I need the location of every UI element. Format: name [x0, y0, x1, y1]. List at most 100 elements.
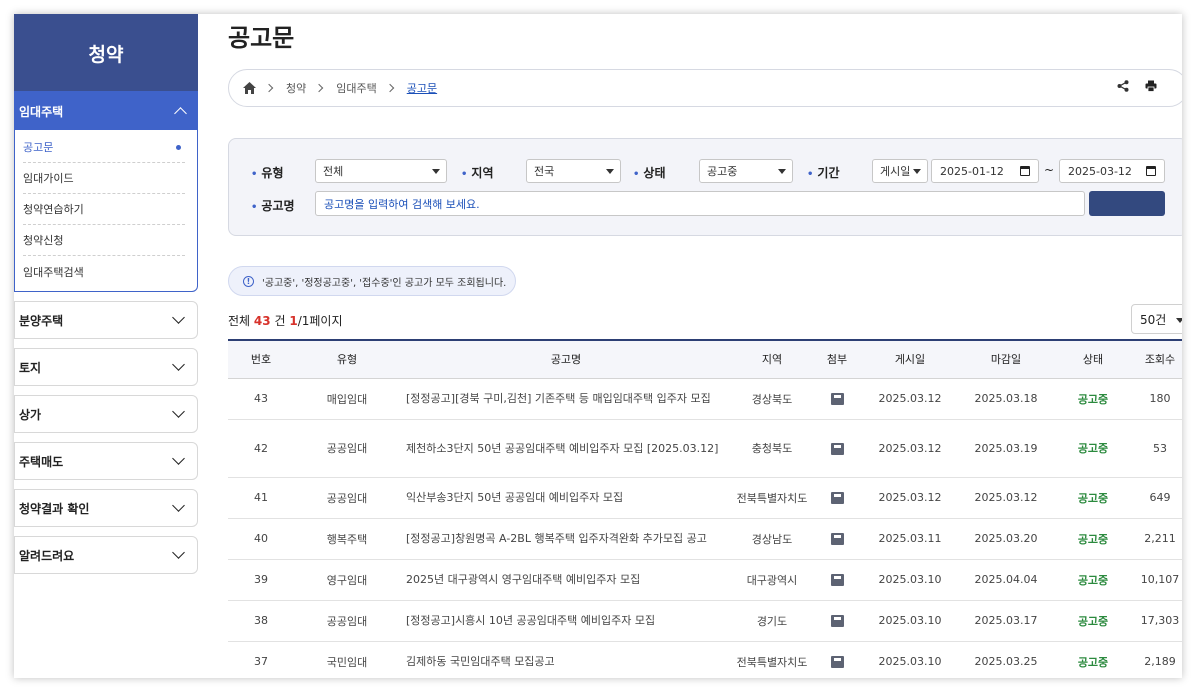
table-row[interactable]: 41 공공임대 익산부송3단지 50년 공공임대 예비입주자 모집 전북특별자치…	[228, 477, 1182, 519]
notice-table: 번호 유형 공고명 지역 첨부 게시일 마감일 상태 조회수 43 매입임대 […	[228, 339, 1182, 678]
table-row[interactable]: 39 영구임대 2025년 대구광역시 영구임대주택 예비입주자 모집 대구광역…	[228, 559, 1182, 601]
per-page-value: 50건	[1140, 312, 1167, 327]
breadcrumb-current[interactable]: 공고문	[407, 80, 437, 96]
cell-type: 공공임대	[294, 477, 400, 519]
region-select[interactable]: 전국	[526, 159, 621, 183]
cell-attachment	[812, 419, 862, 478]
cell-deadline: 2025.04.04	[958, 559, 1054, 601]
attachment-icon[interactable]	[830, 393, 844, 405]
table-row[interactable]: 37 국민임대 김제하동 국민임대주택 모집공고 전북특별자치도 2025.03…	[228, 641, 1182, 678]
sidebar-menu-sale[interactable]: 분양주택	[14, 301, 198, 339]
cell-region: 충청북도	[732, 419, 812, 478]
sidebar-menu-label: 알려드려요	[19, 548, 75, 563]
sidebar-menu-results[interactable]: 청약결과 확인	[14, 489, 198, 527]
period-type-select[interactable]: 게시일	[872, 159, 928, 183]
table-header-row: 번호 유형 공고명 지역 첨부 게시일 마감일 상태 조회수	[228, 340, 1182, 379]
cell-region: 경상남도	[732, 518, 812, 560]
caret-down-icon	[432, 169, 440, 174]
sidebar-menu-label: 임대주택	[19, 104, 64, 119]
print-icon[interactable]	[1145, 80, 1157, 92]
sidebar-item-apply[interactable]: 청약신청	[23, 225, 185, 256]
cell-type: 행복주택	[294, 518, 400, 560]
table-row[interactable]: 42 공공임대 제천하소3단지 50년 공공임대주택 예비입주자 모집 [202…	[228, 419, 1182, 478]
sidebar-item-rental-guide[interactable]: 임대가이드	[23, 163, 185, 194]
cell-type: 매입임대	[294, 378, 400, 420]
column-header: 지역	[732, 340, 812, 379]
status-select[interactable]: 공고중	[699, 159, 793, 183]
cell-views: 2,189	[1132, 641, 1182, 678]
region-select-value: 전국	[534, 165, 555, 178]
breadcrumb-item[interactable]: 청약	[286, 80, 306, 96]
breadcrumb-item[interactable]: 임대주택	[336, 80, 376, 96]
cell-no: 39	[228, 559, 294, 601]
type-label: 유형	[251, 164, 283, 181]
column-header: 공고명	[400, 340, 732, 379]
date-separator: ~	[1044, 163, 1055, 177]
table-row[interactable]: 43 매입임대 [정정공고][경북 구미,김천] 기존주택 등 매입임대주택 입…	[228, 378, 1182, 420]
attachment-icon[interactable]	[830, 656, 844, 668]
sidebar-item-notices[interactable]: 공고문	[23, 132, 185, 163]
cell-deadline: 2025.03.25	[958, 641, 1054, 678]
sidebar-menu-land[interactable]: 토지	[14, 348, 198, 386]
cell-deadline: 2025.03.20	[958, 518, 1054, 560]
cell-title-link[interactable]: 익산부송3단지 50년 공공임대 예비입주자 모집	[400, 477, 732, 519]
cell-title-link[interactable]: [정정공고]시흥시 10년 공공임대주택 예비입주자 모집	[400, 600, 732, 642]
sidebar-item-practice[interactable]: 청약연습하기	[23, 194, 185, 225]
cell-views: 180	[1132, 378, 1182, 420]
search-button[interactable]	[1089, 191, 1165, 216]
cell-region: 경기도	[732, 600, 812, 642]
chevron-down-icon	[172, 499, 185, 512]
sidebar-item-label: 공고문	[23, 141, 54, 154]
cell-title-link[interactable]: [정정공고]창원명곡 A-2BL 행복주택 입주자격완화 추가모집 공고	[400, 518, 732, 560]
sidebar-menu-label: 토지	[19, 360, 42, 375]
chevron-right-icon	[264, 83, 274, 93]
cell-title-link[interactable]: 2025년 대구광역시 영구임대주택 예비입주자 모집	[400, 559, 732, 601]
cell-attachment	[812, 477, 862, 519]
sidebar-menu-news[interactable]: 알려드려요	[14, 536, 198, 574]
cell-title-link[interactable]: 제천하소3단지 50년 공공임대주택 예비입주자 모집 [2025.03.12]	[400, 419, 732, 478]
sidebar-menu-rental-header[interactable]: 임대주택	[15, 92, 197, 130]
per-page-select[interactable]: 50건	[1131, 304, 1182, 334]
keyword-input[interactable]: 공고명을 입력하여 검색해 보세요.	[315, 191, 1085, 216]
cell-deadline: 2025.03.17	[958, 600, 1054, 642]
share-icon[interactable]	[1117, 80, 1129, 92]
home-icon[interactable]	[243, 82, 256, 94]
search-form: 유형 전체 지역 전국 상태 공고중 기간 게시일 2025-01-12 ~ 2…	[228, 138, 1182, 236]
cell-type: 국민임대	[294, 641, 400, 678]
type-select-value: 전체	[323, 165, 344, 178]
breadcrumb-tools	[1117, 80, 1157, 92]
cell-title-link[interactable]: [정정공고][경북 구미,김천] 기존주택 등 매입임대주택 입주자 모집	[400, 378, 732, 420]
attachment-icon[interactable]	[830, 574, 844, 586]
page-title: 공고문	[228, 24, 295, 52]
attachment-icon[interactable]	[830, 533, 844, 545]
summary-prefix: 전체	[228, 314, 251, 328]
attachment-icon[interactable]	[830, 492, 844, 504]
summary-count: 43	[253, 314, 271, 328]
table-row[interactable]: 40 행복주택 [정정공고]창원명곡 A-2BL 행복주택 입주자격완화 추가모…	[228, 518, 1182, 560]
date-to-input[interactable]: 2025-03-12	[1059, 159, 1165, 183]
calendar-icon[interactable]	[1020, 166, 1030, 176]
cell-views: 17,303	[1132, 600, 1182, 642]
attachment-icon[interactable]	[830, 442, 844, 455]
summary-page-rest: /1페이지	[297, 314, 343, 328]
sidebar-menu-house-sale[interactable]: 주택매도	[14, 442, 198, 480]
sidebar-item-rental-search[interactable]: 임대주택검색	[23, 256, 185, 287]
breadcrumb: 청약 임대주택 공고문	[228, 69, 1182, 107]
keyword-label: 공고명	[251, 197, 294, 214]
calendar-icon[interactable]	[1146, 166, 1156, 176]
sidebar-item-label: 임대가이드	[23, 172, 74, 185]
table-row[interactable]: 38 공공임대 [정정공고]시흥시 10년 공공임대주택 예비입주자 모집 경기…	[228, 600, 1182, 642]
sidebar-submenu: 공고문 임대가이드 청약연습하기 청약신청 임대주택검색	[15, 130, 197, 291]
keyword-placeholder: 공고명을 입력하여 검색해 보세요.	[324, 197, 480, 211]
period-label: 기간	[807, 164, 839, 181]
column-header: 마감일	[958, 340, 1054, 379]
sidebar-title: 청약	[14, 14, 198, 92]
attachment-icon[interactable]	[830, 615, 844, 627]
date-from-input[interactable]: 2025-01-12	[931, 159, 1039, 183]
type-select[interactable]: 전체	[315, 159, 447, 183]
cell-title-link[interactable]: 김제하동 국민임대주택 모집공고	[400, 641, 732, 678]
cell-region: 전북특별자치도	[732, 477, 812, 519]
cell-attachment	[812, 378, 862, 420]
sidebar-menu-shop[interactable]: 상가	[14, 395, 198, 433]
chevron-down-icon	[172, 405, 185, 418]
